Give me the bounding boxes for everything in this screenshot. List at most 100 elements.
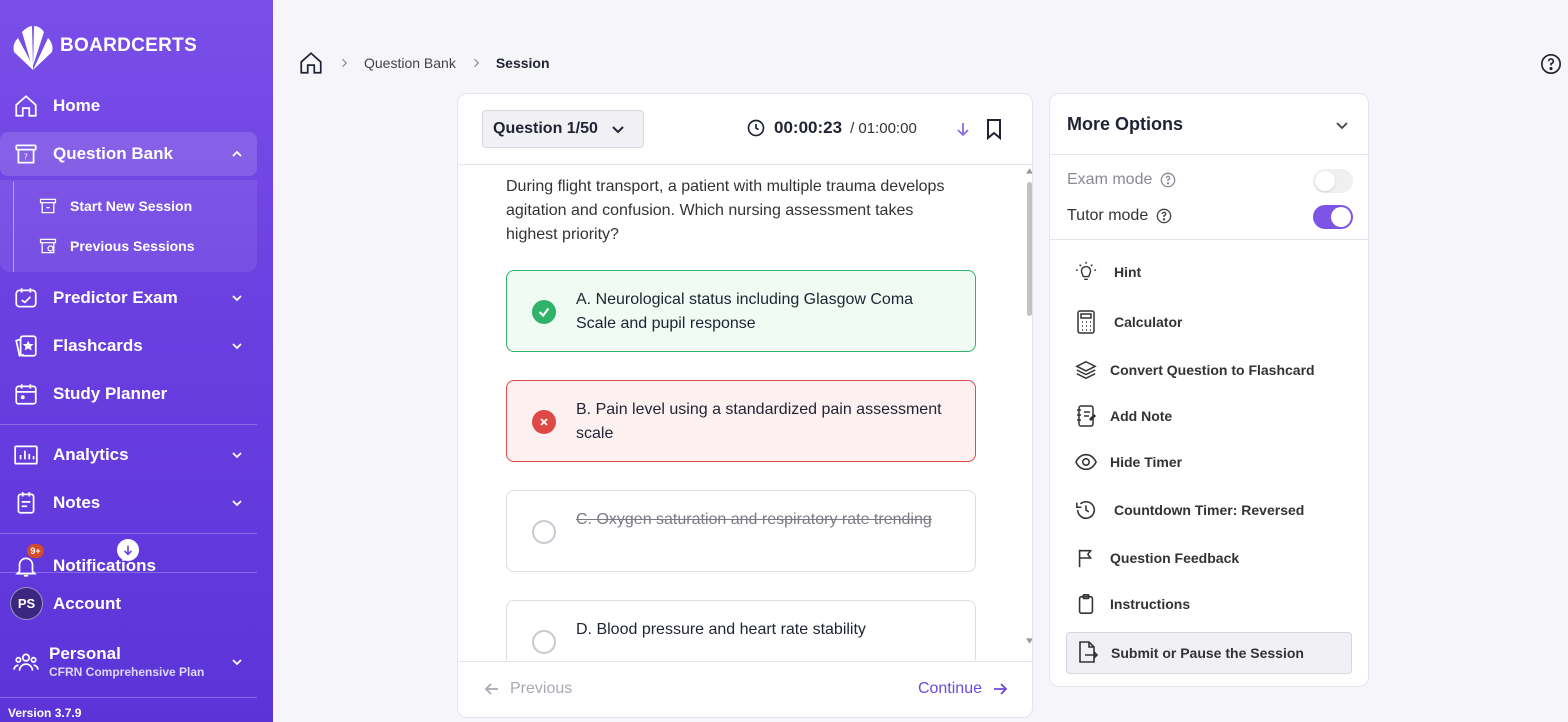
instructions-label: Instructions <box>1110 596 1191 612</box>
chevron-up-icon <box>232 150 242 157</box>
logo-icon <box>13 26 53 70</box>
eye-icon <box>1074 450 1098 474</box>
notes-icon <box>12 489 40 517</box>
radio-circle-icon <box>532 520 556 544</box>
more-options-header[interactable]: More Options <box>1050 94 1368 155</box>
countdown-timer-label: Countdown Timer: Reversed <box>1114 502 1305 518</box>
countdown-timer-toggle[interactable]: Countdown Timer: Reversed <box>1074 497 1304 523</box>
calculator-icon <box>1074 310 1098 334</box>
account-link[interactable]: Account <box>53 594 121 614</box>
tutor-mode-toggle[interactable] <box>1313 205 1353 229</box>
analytics-icon <box>12 441 40 469</box>
sidebar-item-study-planner[interactable]: Study Planner <box>0 372 257 416</box>
clipboard-icon <box>1074 592 1098 616</box>
submenu-line <box>13 182 14 272</box>
continue-button[interactable]: Continue <box>918 680 1008 698</box>
sidebar-subitem-start-new-session[interactable]: Start New Session <box>38 194 192 218</box>
answer-option-b[interactable]: B. Pain level using a standardized pain … <box>506 380 976 462</box>
breadcrumb-question-bank[interactable]: Question Bank <box>364 55 456 71</box>
sidebar-subitem-label: Start New Session <box>70 198 193 214</box>
exam-mode-row: Exam mode <box>1067 168 1353 193</box>
note-icon <box>1074 404 1098 428</box>
arrow-right-icon <box>994 683 1008 695</box>
chevron-down-icon <box>1336 122 1348 130</box>
clock-icon <box>747 119 765 137</box>
question-selector-label: Question 1/50 <box>493 120 598 137</box>
sidebar: BOARDCERTS Home ? Question Bank Start Ne… <box>0 0 273 722</box>
scrollbar-thumb[interactable] <box>1027 182 1032 316</box>
chevron-down-icon <box>612 126 624 134</box>
hide-timer-button[interactable]: Hide Timer <box>1074 449 1182 475</box>
chevron-down-icon <box>232 659 242 666</box>
history-icon <box>1074 498 1098 522</box>
answer-option-text: A. Neurological status including Glasgow… <box>576 291 914 332</box>
answer-option-a[interactable]: A. Neurological status including Glasgow… <box>506 270 976 352</box>
hint-label: Hint <box>1114 264 1142 280</box>
question-selector[interactable]: Question 1/50 <box>482 110 644 148</box>
scroll-down-arrow-icon <box>1026 638 1032 644</box>
sidebar-item-flashcards[interactable]: Flashcards <box>0 324 257 368</box>
question-text: During flight transport, a patient with … <box>506 178 945 243</box>
brand-logo[interactable]: BOARDCERTS <box>10 20 197 72</box>
archive-icon <box>39 198 57 214</box>
help-icon[interactable] <box>1156 208 1172 224</box>
help-icon[interactable] <box>1160 172 1176 188</box>
convert-to-flashcard-button[interactable]: Convert Question to Flashcard <box>1074 357 1315 383</box>
avatar[interactable]: PS <box>10 587 43 620</box>
question-scrollbar[interactable] <box>1025 166 1032 660</box>
users-icon <box>12 648 40 676</box>
sidebar-item-label: Notifications <box>53 556 156 575</box>
hint-button[interactable]: Hint <box>1074 259 1141 285</box>
notifications-badge: 9+ <box>27 544 44 558</box>
plan-subtitle: CFRN Comprehensive Plan <box>49 665 205 679</box>
answer-option-c[interactable]: C. Oxygen saturation and respiratory rat… <box>506 490 976 572</box>
check-circle-icon <box>532 300 556 324</box>
home-icon[interactable] <box>298 50 324 76</box>
question-bank-icon: ? <box>12 140 40 168</box>
flashcards-icon <box>12 332 40 360</box>
help-icon[interactable] <box>1540 53 1562 75</box>
home-icon <box>12 92 40 120</box>
archive-icon <box>39 238 57 254</box>
previous-button[interactable]: Previous <box>484 680 572 698</box>
question-feedback-label: Question Feedback <box>1110 550 1240 566</box>
answer-option-d[interactable]: D. Blood pressure and heart rate stabili… <box>506 600 976 660</box>
version-label: Version 3.7.9 <box>8 706 82 720</box>
scroll-up-arrow-icon <box>1026 168 1032 174</box>
question-header: Question 1/50 00:00:23 / 01:00:00 <box>458 94 1032 165</box>
submit-or-pause-button[interactable]: Submit or Pause the Session <box>1066 632 1352 674</box>
convert-flashcard-label: Convert Question to Flashcard <box>1110 362 1315 378</box>
scroll-to-answer-button[interactable] <box>952 118 974 140</box>
scroll-down-button[interactable] <box>117 539 139 561</box>
sidebar-item-analytics[interactable]: Analytics <box>0 433 257 477</box>
instructions-button[interactable]: Instructions <box>1074 591 1190 617</box>
sidebar-item-label: Question Bank <box>53 144 173 163</box>
exam-mode-toggle[interactable] <box>1313 169 1353 193</box>
question-feedback-button[interactable]: Question Feedback <box>1074 545 1239 571</box>
sidebar-item-question-bank[interactable]: ? Question Bank <box>0 132 257 176</box>
sidebar-item-label: Predictor Exam <box>53 288 178 307</box>
sidebar-item-notes[interactable]: Notes <box>0 481 257 525</box>
sidebar-divider <box>0 572 257 573</box>
sidebar-item-home[interactable]: Home <box>0 84 257 128</box>
calculator-button[interactable]: Calculator <box>1074 309 1182 335</box>
question-body: During flight transport, a patient with … <box>458 166 1032 660</box>
bookmark-button[interactable] <box>983 118 1005 140</box>
brand-name: BOARDCERTS <box>60 35 198 56</box>
previous-label: Previous <box>510 680 573 697</box>
answer-option-text: C. Oxygen saturation and respiratory rat… <box>576 511 932 528</box>
sidebar-divider <box>0 533 257 534</box>
add-note-label: Add Note <box>1110 408 1173 424</box>
breadcrumb-session: Session <box>495 55 550 71</box>
add-note-button[interactable]: Add Note <box>1074 403 1172 429</box>
hide-timer-label: Hide Timer <box>1110 454 1183 470</box>
toggle-knob <box>1315 171 1335 191</box>
chevron-down-icon <box>232 500 242 507</box>
timer-elapsed: 00:00:23 <box>774 118 843 137</box>
sidebar-subitem-previous-sessions[interactable]: Previous Sessions <box>38 234 195 258</box>
arrow-left-icon <box>484 683 498 695</box>
exam-mode-label: Exam mode <box>1067 171 1153 188</box>
question-card: Question 1/50 00:00:23 / 01:00:00 During… <box>457 93 1033 718</box>
sidebar-item-predictor-exam[interactable]: Predictor Exam <box>0 276 257 320</box>
answer-option-text: D. Blood pressure and heart rate stabili… <box>576 621 866 638</box>
